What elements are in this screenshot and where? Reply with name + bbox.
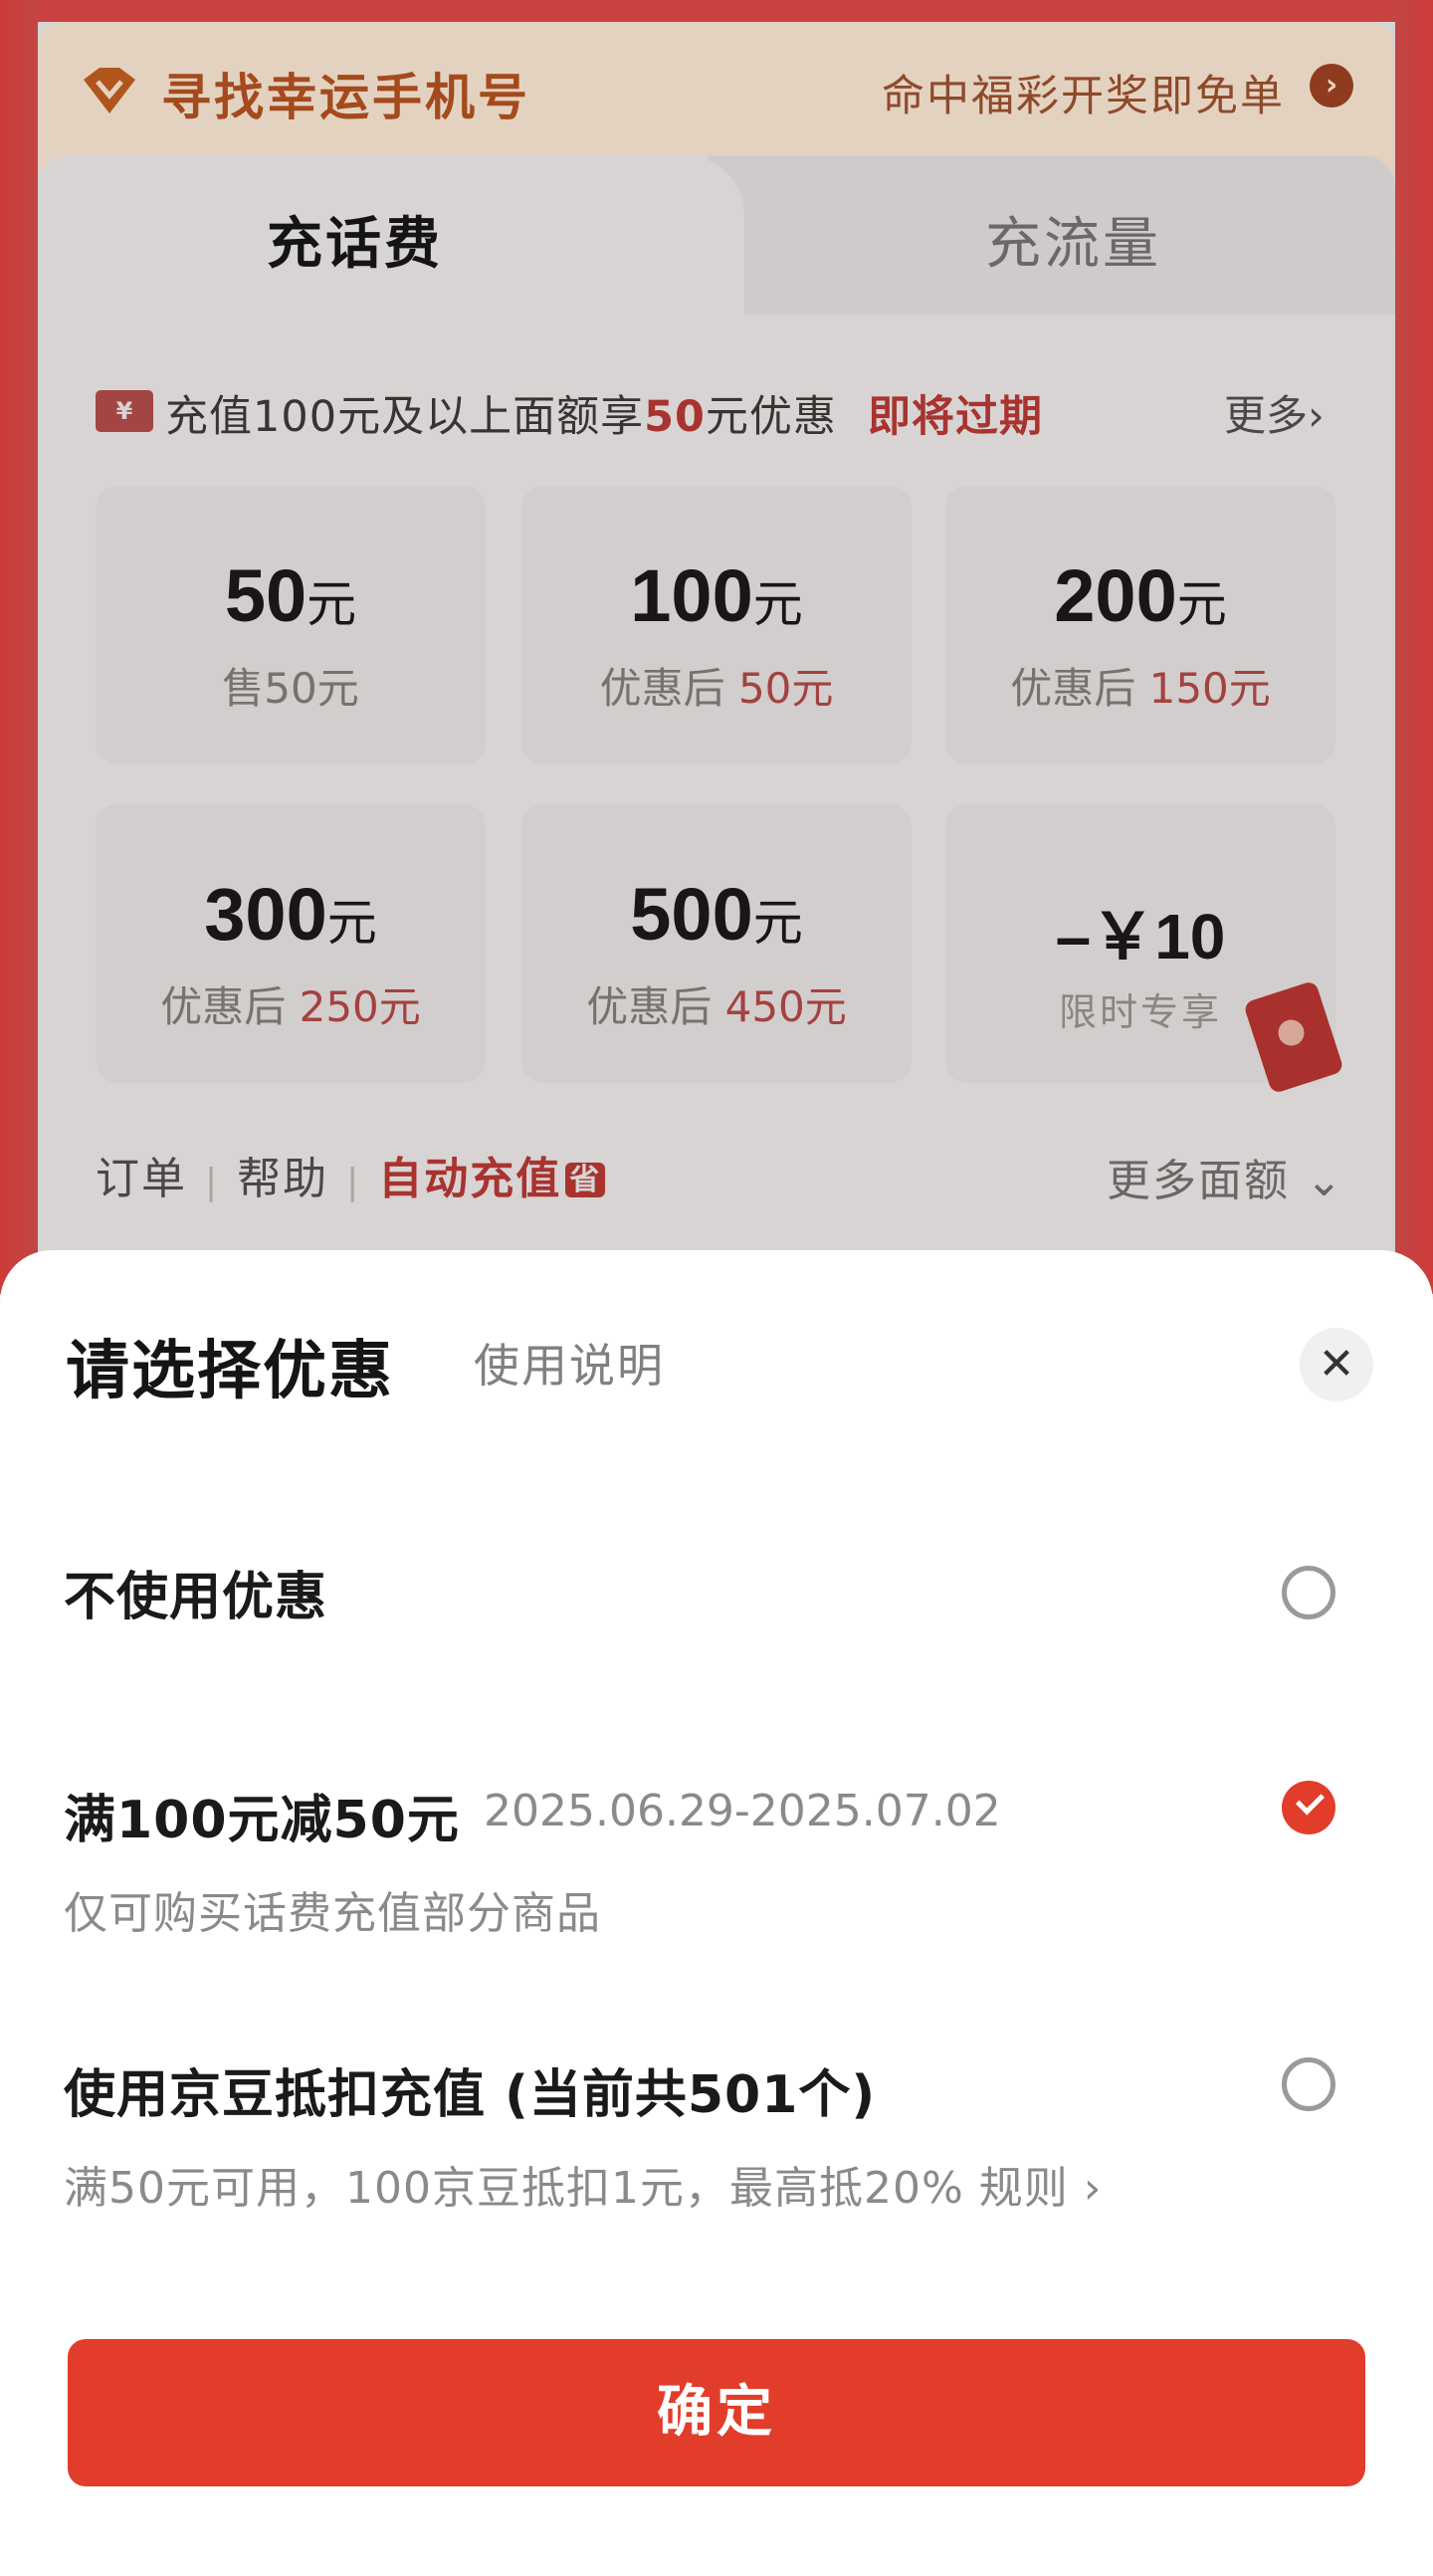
denomination-tile-100[interactable]: 100元 优惠后 50元	[521, 486, 912, 764]
coupon-icon: ¥	[96, 390, 153, 432]
denomination-tile-300[interactable]: 300元 优惠后 250元	[96, 804, 486, 1083]
option-jingdou-desc[interactable]: 满50元可用，100京豆抵扣1元，最高抵20% 规则 ›	[64, 2152, 1102, 2216]
tile-sub-label: 优惠后	[599, 664, 738, 713]
confirm-button[interactable]: 确定	[68, 2339, 1365, 2486]
tile-unit: 元	[752, 895, 803, 951]
discount-amount: –￥10	[1055, 901, 1226, 972]
tile-amount: 50元	[96, 553, 486, 638]
option-jingdou-label[interactable]: 使用京豆抵扣充值 (当前共501个)	[64, 2052, 876, 2127]
tile-sub-label: 售50元	[222, 664, 359, 713]
expiring-badge: 即将过期	[868, 392, 1043, 442]
tile-unit: 元	[752, 576, 803, 632]
tile-price: 450元	[724, 982, 847, 1031]
option-coupon-desc: 仅可购买话费充值部分商品	[64, 1888, 601, 1939]
tile-subtitle: 优惠后 250元	[96, 973, 486, 1034]
tile-subtitle: 优惠后 50元	[521, 655, 912, 716]
tile-subtitle: 售50元	[96, 655, 486, 716]
denomination-tile-500[interactable]: 500元 优惠后 450元	[521, 804, 912, 1083]
more-coupons-link[interactable]: 更多›	[1224, 382, 1325, 443]
denomination-tile-50[interactable]: 50元 售50元	[96, 486, 486, 764]
save-badge-icon: 省	[565, 1163, 606, 1197]
tile-subtitle: 优惠后 450元	[521, 973, 912, 1034]
tile-price: 50元	[737, 664, 834, 713]
tile-unit: 元	[326, 895, 377, 951]
option-no-coupon-label[interactable]: 不使用优惠	[64, 1555, 327, 1629]
tile-amount: 100元	[521, 553, 912, 638]
tile-sub-label: 优惠后	[586, 982, 725, 1031]
tile-price: 250元	[299, 982, 421, 1031]
radio-coupon-checked[interactable]	[1282, 1781, 1335, 1834]
tile-sub-label: 优惠后	[160, 982, 300, 1031]
tile-sub-label: 优惠后	[1010, 664, 1149, 713]
tile-price: 150元	[1148, 664, 1271, 713]
divider: |	[346, 1162, 361, 1202]
top-banner-strip	[38, 0, 1395, 22]
footer-links: 订单 | 帮助 | 自动充值省	[96, 1143, 606, 1206]
divider: |	[205, 1162, 220, 1202]
promo-highlight: 50	[644, 392, 706, 442]
radio-no-coupon[interactable]	[1282, 1566, 1335, 1619]
usage-instructions-link[interactable]: 使用说明	[474, 1330, 665, 1395]
radio-jingdou[interactable]	[1282, 2057, 1335, 2111]
tab-phone-credit[interactable]: 充话费	[267, 199, 443, 280]
option-coupon-date: 2025.06.29-2025.07.02	[484, 1786, 1001, 1836]
tile-amount-value: 50	[224, 554, 307, 637]
more-denominations-link[interactable]: 更多面额 ⌄	[1107, 1145, 1344, 1208]
tile-amount: 500元	[521, 872, 912, 957]
tile-amount-value: 100	[630, 554, 753, 637]
auto-recharge-link[interactable]: 自动充值省	[378, 1154, 606, 1204]
sheet-title: 请选择优惠	[66, 1335, 394, 1408]
option-coupon-label[interactable]: 满100元减50元	[64, 1778, 460, 1852]
close-icon[interactable]: ✕	[1300, 1328, 1373, 1401]
promo-text-after: 元优惠	[705, 392, 837, 442]
tile-amount-value: 200	[1054, 554, 1177, 637]
tab-data-plan[interactable]: 充流量	[985, 199, 1161, 280]
tile-amount: 200元	[945, 553, 1335, 638]
tile-subtitle: 优惠后 150元	[945, 655, 1335, 716]
tile-amount-value: 500	[630, 873, 753, 956]
orders-link[interactable]: 订单	[96, 1154, 187, 1204]
lucky-banner-promo[interactable]: 命中福彩开奖即免单	[882, 62, 1285, 123]
auto-recharge-label: 自动充值	[378, 1154, 562, 1204]
promo-text: 充值100元及以上面额享50元优惠	[165, 382, 837, 444]
tile-amount-value: 300	[204, 873, 327, 956]
help-link[interactable]: 帮助	[237, 1154, 328, 1204]
promo-text-before: 充值100元及以上面额享	[165, 392, 645, 442]
tile-unit: 元	[1176, 576, 1227, 632]
tile-amount: 300元	[96, 872, 486, 957]
lucky-banner-title: 寻找幸运手机号	[161, 69, 530, 126]
denomination-tile-200[interactable]: 200元 优惠后 150元	[945, 486, 1335, 764]
heart-badge-icon	[84, 68, 135, 113]
tile-unit: 元	[307, 576, 357, 632]
chevron-right-icon[interactable]: ›	[1310, 64, 1353, 107]
